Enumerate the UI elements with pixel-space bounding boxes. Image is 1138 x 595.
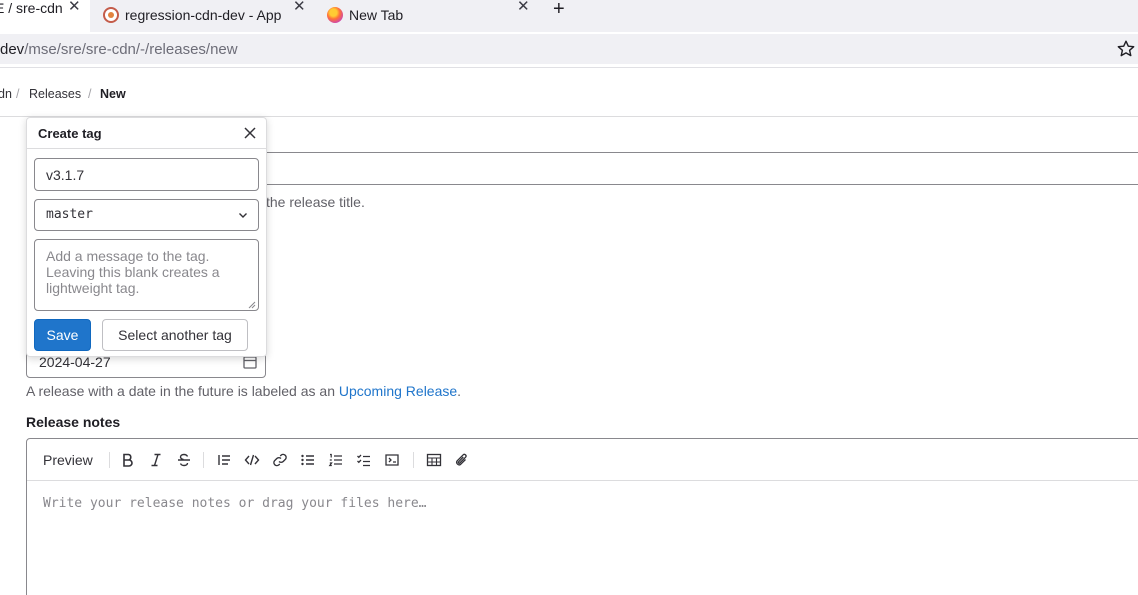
- toolbar-divider: [203, 452, 204, 468]
- release-notes-label: Release notes: [26, 414, 121, 430]
- bullet-list-icon[interactable]: [299, 451, 317, 469]
- release-notes-editor: Preview Write your release notes or drag…: [26, 438, 1138, 595]
- release-date-help-text: A release with a date in the future is l…: [26, 383, 339, 399]
- breadcrumb-separator: /: [16, 87, 20, 101]
- breadcrumb-separator: /: [88, 87, 92, 101]
- toolbar-divider: [413, 452, 414, 468]
- ref-select-dropdown[interactable]: master: [34, 199, 259, 231]
- tab-title: E / sre-cdn: [0, 0, 63, 16]
- close-icon[interactable]: ✕: [293, 0, 306, 14]
- release-date-help-suffix: .: [457, 383, 462, 399]
- close-icon[interactable]: ✕: [68, 0, 81, 14]
- breadcrumb-item-project[interactable]: dn: [0, 87, 12, 101]
- close-icon[interactable]: [243, 126, 257, 140]
- select-another-tag-button[interactable]: Select another tag: [102, 319, 248, 351]
- url-path: /mse/sre/sre-cdn/-/releases/new: [24, 41, 238, 58]
- close-icon[interactable]: ✕: [517, 0, 530, 14]
- table-icon[interactable]: [425, 451, 443, 469]
- browser-tab-regression-cdn-dev[interactable]: regression-cdn-dev - App ✕: [103, 0, 308, 30]
- upcoming-release-link[interactable]: Upcoming Release: [339, 383, 457, 399]
- strikethrough-icon[interactable]: [175, 451, 193, 469]
- preview-tab[interactable]: Preview: [43, 452, 93, 468]
- url-host: dev: [0, 41, 25, 58]
- bookmark-star-icon[interactable]: [1116, 39, 1136, 59]
- collapsible-icon[interactable]: [383, 451, 401, 469]
- breadcrumb-item-releases[interactable]: Releases: [29, 87, 81, 101]
- editor-toolbar: Preview: [27, 439, 1138, 481]
- ref-select-value: master: [46, 207, 93, 222]
- gitlab-favicon-icon: [103, 7, 119, 23]
- browser-tab-strip: E / sre-cdn ✕ regression-cdn-dev - App ✕…: [0, 0, 1138, 32]
- tag-message-textarea[interactable]: [34, 239, 259, 311]
- resize-grip-icon[interactable]: [246, 299, 256, 309]
- italic-icon[interactable]: [147, 451, 165, 469]
- link-icon[interactable]: [271, 451, 289, 469]
- create-tag-popover: Create tag master Save Select another ta…: [26, 117, 267, 357]
- save-button[interactable]: Save: [34, 319, 91, 351]
- tag-name-input[interactable]: [34, 158, 259, 191]
- tab-title: regression-cdn-dev - App: [125, 7, 282, 23]
- new-tab-button[interactable]: +: [553, 0, 565, 21]
- browser-url-bar: dev/mse/sre/sre-cdn/-/releases/new: [0, 32, 1138, 68]
- quote-icon[interactable]: [215, 451, 233, 469]
- release-title-help: the release title.: [266, 194, 365, 210]
- chevron-down-icon: [239, 213, 247, 218]
- bold-icon[interactable]: [119, 451, 137, 469]
- browser-tab-sre-cdn[interactable]: E / sre-cdn ✕: [0, 0, 90, 32]
- breadcrumb-item-new: New: [100, 87, 126, 101]
- popover-header: Create tag: [27, 118, 266, 149]
- popover-title: Create tag: [38, 126, 102, 141]
- release-date-help: A release with a date in the future is l…: [26, 383, 461, 399]
- task-list-icon[interactable]: [355, 451, 373, 469]
- attach-file-icon[interactable]: [453, 451, 471, 469]
- toolbar-divider: [109, 452, 110, 468]
- browser-tab-new-tab[interactable]: New Tab ✕: [327, 0, 532, 30]
- code-icon[interactable]: [243, 451, 261, 469]
- url-text: dev/mse/sre/sre-cdn/-/releases/new: [0, 41, 238, 58]
- calendar-icon[interactable]: [243, 355, 257, 369]
- numbered-list-icon[interactable]: [327, 451, 345, 469]
- firefox-icon: [327, 7, 343, 23]
- release-notes-placeholder[interactable]: Write your release notes or drag your fi…: [43, 496, 427, 511]
- address-field[interactable]: dev/mse/sre/sre-cdn/-/releases/new: [0, 34, 1138, 64]
- tab-title: New Tab: [349, 7, 404, 23]
- breadcrumb: dn / Releases / New: [0, 69, 1138, 117]
- release-title-input[interactable]: [260, 152, 1138, 185]
